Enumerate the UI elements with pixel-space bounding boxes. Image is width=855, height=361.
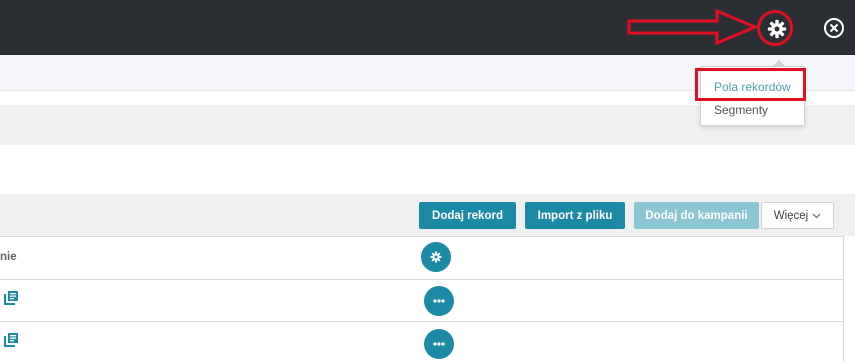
record-cards-icon[interactable] — [3, 332, 19, 348]
import-file-button[interactable]: Import z pliku — [525, 202, 625, 229]
row-actions-button[interactable] — [424, 286, 454, 316]
close-circle-icon[interactable] — [823, 17, 845, 39]
menu-annotation-box — [695, 68, 806, 101]
record-cards-icon[interactable] — [3, 290, 19, 306]
row-actions-button[interactable] — [424, 329, 454, 359]
add-to-campaign-button[interactable]: Dodaj do kampanii — [634, 202, 759, 229]
gear-icon[interactable] — [767, 19, 787, 39]
more-dots-icon — [433, 342, 445, 346]
gear-icon — [430, 251, 442, 263]
menu-item-segments[interactable]: Segmenty — [714, 103, 768, 117]
annotation-arrow — [627, 8, 759, 46]
column-header: nie — [0, 251, 17, 263]
more-label: Więcej — [773, 209, 809, 222]
row-divider — [0, 279, 844, 280]
more-dots-icon — [433, 299, 445, 303]
table-settings-button[interactable] — [421, 242, 451, 272]
chevron-down-icon — [812, 213, 821, 218]
more-dropdown-button[interactable]: Więcej — [761, 202, 834, 229]
add-record-button[interactable]: Dodaj rekord — [419, 202, 516, 229]
row-divider — [0, 321, 844, 322]
